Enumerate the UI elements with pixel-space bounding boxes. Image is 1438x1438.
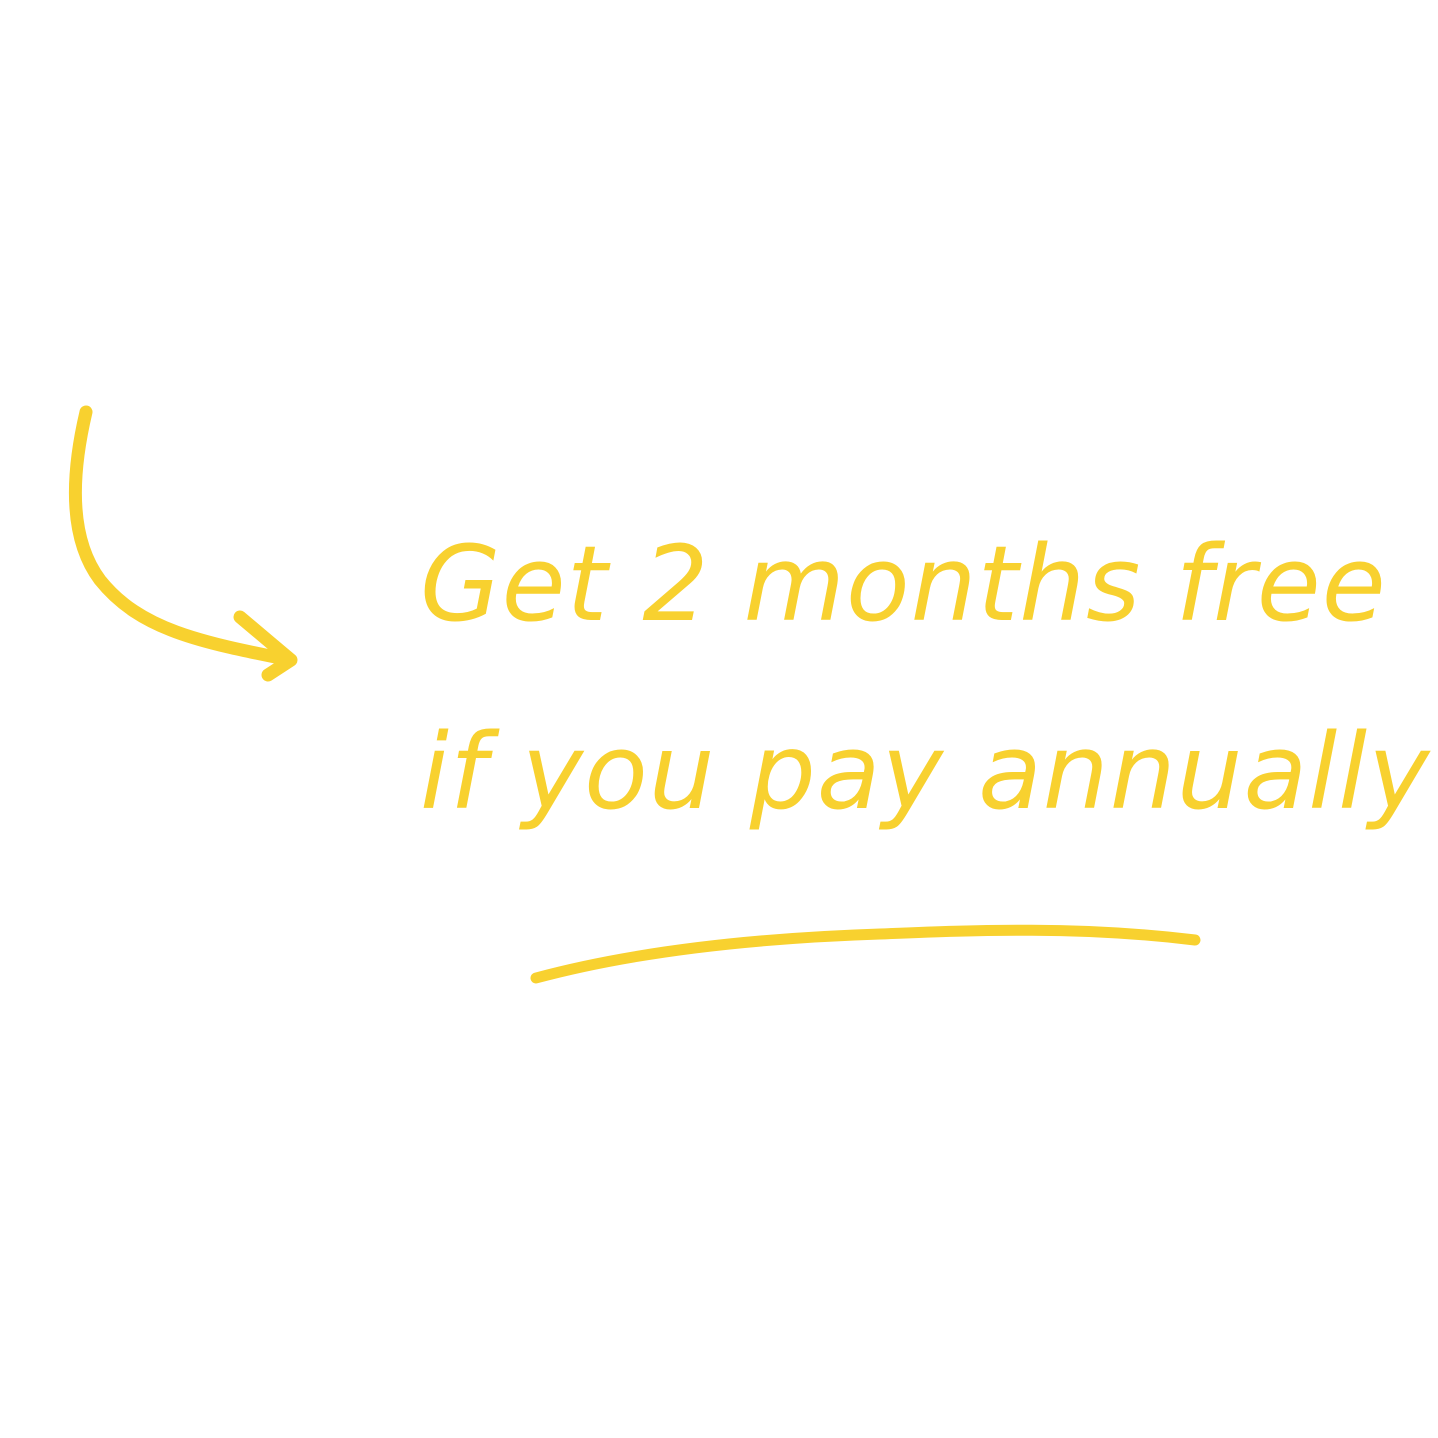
curved-arrow-icon <box>68 405 298 682</box>
promo-headline: Get 2 months free <box>420 523 1387 645</box>
promo-canvas: Get 2 months free if you pay annually <box>0 0 1438 1438</box>
underline-icon <box>530 924 1201 984</box>
promo-message: Get 2 months free if you pay annually <box>420 490 1431 866</box>
promo-subline: if you pay annually <box>420 711 1431 833</box>
